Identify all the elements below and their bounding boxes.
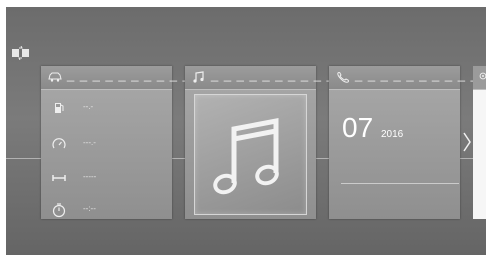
date-day: 07 <box>342 112 374 143</box>
phone-card[interactable]: _ _ _ _ _ _ _ _ _ _ 07 2016 <box>329 66 478 219</box>
phone-divider <box>341 183 459 184</box>
distance-icon <box>52 175 66 181</box>
date-year: 2016 <box>381 129 404 140</box>
speed-value: ---.- <box>83 138 96 147</box>
timer-value: --:-- <box>83 204 96 213</box>
chevron-right-icon[interactable] <box>462 131 472 153</box>
settings-card[interactable] <box>473 66 486 219</box>
display-swap-icon[interactable] <box>12 46 30 60</box>
music-note-icon <box>193 71 204 83</box>
music-note-icon <box>213 117 279 195</box>
infotainment-screen: _ _ _ _ _ _ _ _ _ _ --.- ---.- ----- --:… <box>6 7 486 255</box>
vehicle-card-header: _ _ _ _ _ _ _ _ _ _ <box>41 66 190 90</box>
distance-value: ----- <box>83 172 97 181</box>
fuel-value: --.- <box>83 102 94 111</box>
speedometer-icon <box>52 138 66 149</box>
vehicle-info-card[interactable]: _ _ _ _ _ _ _ _ _ _ --.- ---.- ----- --:… <box>41 66 190 219</box>
distance-row: ----- <box>51 170 201 186</box>
media-artwork[interactable] <box>194 94 307 215</box>
phone-card-header: _ _ _ _ _ _ _ _ _ _ <box>329 66 478 90</box>
fuel-row: --.- <box>51 100 201 116</box>
media-card[interactable]: _ _ _ _ _ _ _ _ _ _ <box>185 66 334 219</box>
speed-row: ---.- <box>51 136 201 152</box>
fuel-icon <box>55 103 64 113</box>
phone-card-title: _ _ _ _ _ _ _ _ _ _ <box>355 67 479 82</box>
timer-icon <box>52 203 66 218</box>
settings-icon <box>479 72 486 80</box>
media-card-title: _ _ _ _ _ _ _ _ _ _ <box>211 67 335 82</box>
phone-icon <box>337 72 349 83</box>
timer-row: --:-- <box>51 202 201 218</box>
vehicle-card-title: _ _ _ _ _ _ _ _ _ _ <box>67 67 191 82</box>
car-icon <box>48 72 62 82</box>
settings-card-header <box>473 66 486 90</box>
settings-card-body <box>473 90 486 219</box>
media-card-header: _ _ _ _ _ _ _ _ _ _ <box>185 66 334 90</box>
